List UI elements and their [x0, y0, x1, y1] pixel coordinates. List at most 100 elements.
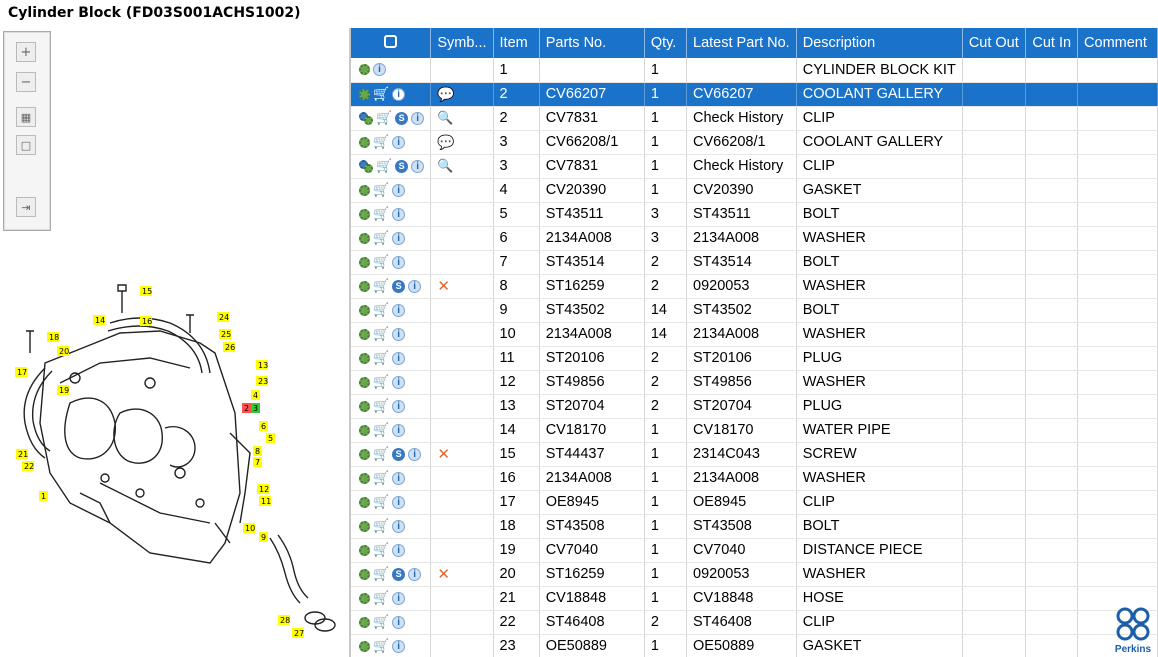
- note-bubble-icon[interactable]: 💬: [437, 134, 454, 150]
- export-button[interactable]: ⇥: [16, 197, 36, 217]
- supersession-icon[interactable]: S: [392, 447, 406, 461]
- discontinued-icon[interactable]: ✕: [437, 446, 450, 463]
- table-row[interactable]: 🛒 Si 🔍 2 CV7831 1 Check History CLIP: [351, 106, 1158, 131]
- table-row[interactable]: 🛒 i 7 ST43514 2 ST43514 BOLT: [351, 250, 1158, 275]
- gear-icon[interactable]: [359, 64, 370, 76]
- supersession-icon[interactable]: S: [392, 567, 406, 581]
- table-row[interactable]: 🛒 i 23 OE50889 1 OE50889 GASKET: [351, 634, 1158, 657]
- zoom-in-button[interactable]: +: [16, 42, 36, 62]
- table-row[interactable]: 🛒 i 11 ST20106 2 ST20106 PLUG: [351, 346, 1158, 371]
- info-icon[interactable]: i: [373, 63, 386, 77]
- gear-icon[interactable]: [359, 328, 370, 340]
- cart-icon[interactable]: 🛒: [373, 86, 389, 102]
- column-header-cut-in[interactable]: Cut In: [1025, 28, 1079, 58]
- history-icon[interactable]: 🔍: [437, 158, 453, 173]
- column-header-latest-part-no[interactable]: Latest Part No.: [686, 28, 797, 58]
- gear-icon[interactable]: [359, 592, 370, 604]
- table-row[interactable]: 🛒 i 16 2134A008 1 2134A008 WASHER: [351, 466, 1158, 491]
- table-row[interactable]: 🛒 i 9 ST43502 14 ST43502 BOLT: [351, 298, 1158, 323]
- note-bubble-icon[interactable]: 💬: [437, 86, 454, 102]
- column-header-description[interactable]: Description: [796, 28, 963, 58]
- comment-cell[interactable]: [1077, 154, 1158, 179]
- comment-cell[interactable]: [1077, 346, 1158, 371]
- column-header-comment[interactable]: Comment: [1077, 28, 1158, 58]
- comment-cell[interactable]: [1077, 394, 1158, 419]
- gear-icon[interactable]: [359, 640, 370, 652]
- zoom-out-button[interactable]: −: [16, 72, 36, 92]
- comment-cell[interactable]: [1077, 202, 1158, 227]
- comment-cell[interactable]: [1077, 178, 1158, 203]
- info-icon[interactable]: i: [392, 207, 406, 221]
- info-icon[interactable]: i: [392, 375, 406, 389]
- table-row[interactable]: 🛒 Si ✕ 20 ST16259 1 0920053 WASHER: [351, 562, 1158, 587]
- info-icon[interactable]: i: [392, 351, 406, 365]
- cart-icon[interactable]: 🛒: [373, 254, 389, 270]
- column-header-cut-out[interactable]: Cut Out: [962, 28, 1027, 58]
- supersession-icon[interactable]: S: [395, 111, 409, 125]
- cart-icon[interactable]: 🛒: [373, 326, 389, 342]
- cart-icon[interactable]: 🛒: [373, 230, 389, 246]
- column-header-symbol[interactable]: Symb...: [430, 28, 494, 58]
- info-icon[interactable]: i: [392, 495, 406, 509]
- gear-icon[interactable]: [359, 208, 370, 220]
- column-header-item[interactable]: Item: [493, 28, 540, 58]
- table-row[interactable]: 🛒 Si ✕ 8 ST16259 2 0920053 WASHER: [351, 274, 1158, 299]
- cart-icon[interactable]: 🛒: [373, 614, 389, 630]
- column-header-qty[interactable]: Qty.: [644, 28, 688, 58]
- table-row[interactable]: 🛒 i 13 ST20704 2 ST20704 PLUG: [351, 394, 1158, 419]
- column-header-actions[interactable]: [351, 28, 432, 58]
- comment-cell[interactable]: [1077, 442, 1158, 467]
- info-icon[interactable]: i: [411, 159, 425, 173]
- info-icon[interactable]: i: [392, 639, 406, 653]
- table-row[interactable]: 🛒 Si ✕ 15 ST44437 1 2314C043 SCREW: [351, 442, 1158, 467]
- comment-cell[interactable]: [1077, 106, 1158, 131]
- gear-icon[interactable]: [359, 520, 370, 532]
- table-row[interactable]: 🛒 i 6 2134A008 3 2134A008 WASHER: [351, 226, 1158, 251]
- table-row[interactable]: 🛒 i 14 CV18170 1 CV18170 WATER PIPE: [351, 418, 1158, 443]
- table-row[interactable]: 🛒 i 19 CV7040 1 CV7040 DISTANCE PIECE: [351, 538, 1158, 563]
- comment-cell[interactable]: [1077, 538, 1158, 563]
- discontinued-icon[interactable]: ✕: [437, 278, 450, 295]
- table-row[interactable]: 🛒 i 💬 2 CV66207 1 CV66207 COOLANT GALLERY: [351, 82, 1158, 107]
- comment-cell[interactable]: [1077, 418, 1158, 443]
- cart-icon[interactable]: 🛒: [373, 518, 389, 534]
- discontinued-icon[interactable]: ✕: [437, 566, 450, 583]
- info-icon[interactable]: i: [392, 327, 406, 341]
- search-parts-icon[interactable]: [384, 34, 398, 48]
- gear-icon[interactable]: [359, 304, 370, 316]
- cart-icon[interactable]: 🛒: [373, 374, 389, 390]
- cart-icon[interactable]: 🛒: [373, 566, 389, 582]
- gear-icon[interactable]: [359, 280, 370, 292]
- gear-icon[interactable]: [359, 184, 370, 196]
- info-icon[interactable]: i: [392, 87, 406, 101]
- info-icon[interactable]: i: [392, 183, 406, 197]
- info-icon[interactable]: i: [408, 279, 422, 293]
- info-icon[interactable]: i: [392, 231, 406, 245]
- info-icon[interactable]: i: [392, 399, 406, 413]
- table-row[interactable]: 🛒 i 21 CV18848 1 CV18848 HOSE: [351, 586, 1158, 611]
- cart-icon[interactable]: 🛒: [373, 470, 389, 486]
- gear-icon[interactable]: [359, 376, 370, 388]
- cart-icon[interactable]: 🛒: [376, 110, 392, 126]
- comment-cell[interactable]: [1077, 322, 1158, 347]
- cart-icon[interactable]: 🛒: [373, 590, 389, 606]
- supersession-icon[interactable]: S: [392, 279, 406, 293]
- gear-icon[interactable]: [359, 352, 370, 364]
- gear-icon[interactable]: [359, 88, 370, 100]
- gear-icon[interactable]: [359, 496, 370, 508]
- info-icon[interactable]: i: [408, 447, 422, 461]
- cart-icon[interactable]: 🛒: [373, 422, 389, 438]
- table-row[interactable]: 🛒 i 5 ST43511 3 ST43511 BOLT: [351, 202, 1158, 227]
- gear-icon[interactable]: [359, 544, 370, 556]
- table-row[interactable]: 🛒 i 18 ST43508 1 ST43508 BOLT: [351, 514, 1158, 539]
- comment-cell[interactable]: [1077, 58, 1158, 83]
- cart-icon[interactable]: 🛒: [373, 494, 389, 510]
- cart-icon[interactable]: 🛒: [373, 302, 389, 318]
- gear-icon[interactable]: [359, 448, 370, 460]
- gears-icon[interactable]: [359, 159, 373, 173]
- cart-icon[interactable]: 🛒: [373, 638, 389, 654]
- info-icon[interactable]: i: [392, 519, 406, 533]
- history-icon[interactable]: 🔍: [437, 110, 453, 125]
- comment-cell[interactable]: [1077, 490, 1158, 515]
- info-icon[interactable]: i: [392, 471, 406, 485]
